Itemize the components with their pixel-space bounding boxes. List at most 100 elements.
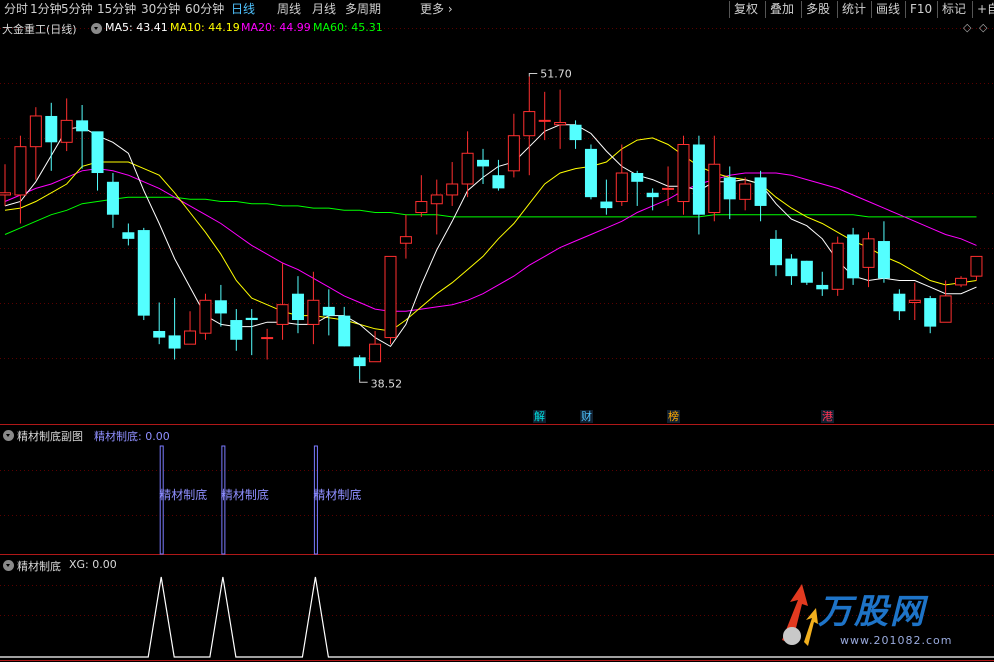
candle-body-up xyxy=(615,172,628,203)
low-marker xyxy=(359,379,368,383)
candle-body-down xyxy=(106,181,119,215)
period-multi-tab[interactable]: 多周期 xyxy=(345,1,381,18)
candle-body-up xyxy=(415,201,428,214)
candle-body-down xyxy=(723,177,736,200)
ma-label: MA20: 44.99 xyxy=(241,21,311,34)
ma-label: MA10: 44.19 xyxy=(170,21,240,34)
signal-label: 精材制底 xyxy=(221,487,269,502)
candle-body-down xyxy=(569,124,582,141)
toolbar-action-button[interactable]: 标记 xyxy=(937,1,966,18)
candle-body-down xyxy=(646,192,659,198)
logo-arrow-icon xyxy=(782,584,818,646)
stock-chart[interactable]: 精材制底 精材制底 精材制底 51.7038.52 xyxy=(0,19,994,662)
candle-body-up xyxy=(60,119,73,143)
candle-body-down xyxy=(353,357,366,367)
diamond-icon[interactable]: ◇ xyxy=(963,21,971,34)
candle-body-up xyxy=(369,343,382,363)
candle-body-up xyxy=(662,187,675,190)
candle-body-up xyxy=(0,192,11,196)
ma5-line xyxy=(4,124,977,348)
chart-annotations: 51.70 38.52 xyxy=(359,67,572,390)
event-marker[interactable]: 财 xyxy=(580,410,593,423)
watermark-logo: 万股网 www.201082.com xyxy=(778,580,983,655)
candle-body-down xyxy=(492,175,505,189)
candle-body-down xyxy=(924,298,937,327)
collapse-icon[interactable] xyxy=(3,430,14,441)
toolbar-action-button[interactable]: 多股 xyxy=(801,1,830,18)
candle-body-up xyxy=(14,146,27,196)
toolbar-action-button[interactable]: 复权 xyxy=(729,1,758,18)
period-15min-tab[interactable]: 15分钟 xyxy=(97,1,136,18)
period-more-tab[interactable]: 更多 › xyxy=(420,1,453,18)
candle-body-up xyxy=(307,299,320,325)
collapse-icon[interactable] xyxy=(91,23,102,34)
candle-body-up xyxy=(384,255,397,339)
period-60min-tab[interactable]: 60分钟 xyxy=(185,1,224,18)
candle-body-up xyxy=(908,299,921,303)
period-month-tab[interactable]: 月线 xyxy=(312,1,336,18)
candle-body-down xyxy=(816,284,829,290)
toolbar-action-button[interactable]: F10 xyxy=(905,1,932,18)
toolbar-action-button[interactable]: 统计 xyxy=(837,1,866,18)
candle-body-up xyxy=(199,299,212,334)
toolbar-action-button[interactable]: 叠加 xyxy=(765,1,794,18)
candle-body-up xyxy=(862,238,875,268)
candle-body-up xyxy=(430,194,443,205)
panel2-title[interactable]: 精材制底副图 xyxy=(17,428,83,444)
candle-body-up xyxy=(677,143,690,203)
candle-body-down xyxy=(600,201,613,209)
candle-body-down xyxy=(168,335,181,349)
candle-body-up xyxy=(708,163,721,214)
period-tick-tab[interactable]: 分时 xyxy=(4,1,28,18)
panel2-indicator: 精材制底: 0.00 xyxy=(94,430,170,443)
candle-body-up xyxy=(399,236,412,244)
period-30min-tab[interactable]: 30分钟 xyxy=(141,1,180,18)
ma-label: MA60: 45.31 xyxy=(313,21,383,34)
candle-body-up xyxy=(446,183,459,196)
candle-body-up xyxy=(29,115,42,148)
candle-body-down xyxy=(847,234,860,279)
candle-body-up xyxy=(184,330,197,345)
low-price-label: 38.52 xyxy=(371,377,403,390)
period-5min-tab[interactable]: 5分钟 xyxy=(61,1,93,18)
candle-body-down xyxy=(785,258,798,277)
candle-body-down xyxy=(770,238,782,266)
candle-body-down xyxy=(291,293,304,321)
candle-body-down xyxy=(800,260,813,283)
diamond-icon[interactable]: ◇ xyxy=(979,21,987,34)
ma20-line xyxy=(4,168,977,312)
candle-body-up xyxy=(507,135,520,172)
candlesticks[interactable] xyxy=(0,76,983,380)
candle-body-down xyxy=(122,232,135,239)
logo-site: www.201082.com xyxy=(840,634,953,647)
candle-body-up xyxy=(523,111,536,137)
period-day-tab[interactable]: 日线 xyxy=(231,1,255,18)
candle-body-up xyxy=(554,122,567,126)
moving-average-lines xyxy=(4,124,977,348)
period-week-tab[interactable]: 周线 xyxy=(277,1,301,18)
signal-label: 精材制底 xyxy=(159,487,207,502)
ma-label: MA5: 43.41 xyxy=(105,21,168,34)
toolbar-action-button[interactable]: +自 xyxy=(972,1,994,18)
candle-body-down xyxy=(76,120,89,132)
candle-body-down xyxy=(153,331,166,338)
candle-body-down xyxy=(477,159,490,167)
period-toolbar: 分时 1分钟 5分钟 15分钟 30分钟 60分钟 日线 周线 月线 多周期 更多 › 复权 叠加 多股统… xyxy=(0,0,994,19)
candle-body-up xyxy=(955,277,968,286)
candle-body-up xyxy=(739,183,752,200)
candle-body-up xyxy=(261,337,274,340)
candle-body-up xyxy=(538,119,551,122)
toolbar-action-button[interactable]: 画线 xyxy=(871,1,900,18)
candle-body-up xyxy=(939,295,952,323)
event-marker[interactable]: 解 xyxy=(533,410,546,423)
candle-body-down xyxy=(754,177,767,206)
panel3-title[interactable]: 精材制底 xyxy=(17,558,61,574)
candle-body-down xyxy=(45,115,58,143)
collapse-icon[interactable] xyxy=(3,560,14,571)
period-1min-tab[interactable]: 1分钟 xyxy=(30,1,62,18)
candle-body-down xyxy=(631,173,644,182)
event-marker[interactable]: 港 xyxy=(821,410,834,423)
stock-name[interactable]: 大金重工(日线) xyxy=(2,21,77,37)
event-marker[interactable]: 榜 xyxy=(667,410,680,423)
candle-body-down xyxy=(91,131,104,174)
